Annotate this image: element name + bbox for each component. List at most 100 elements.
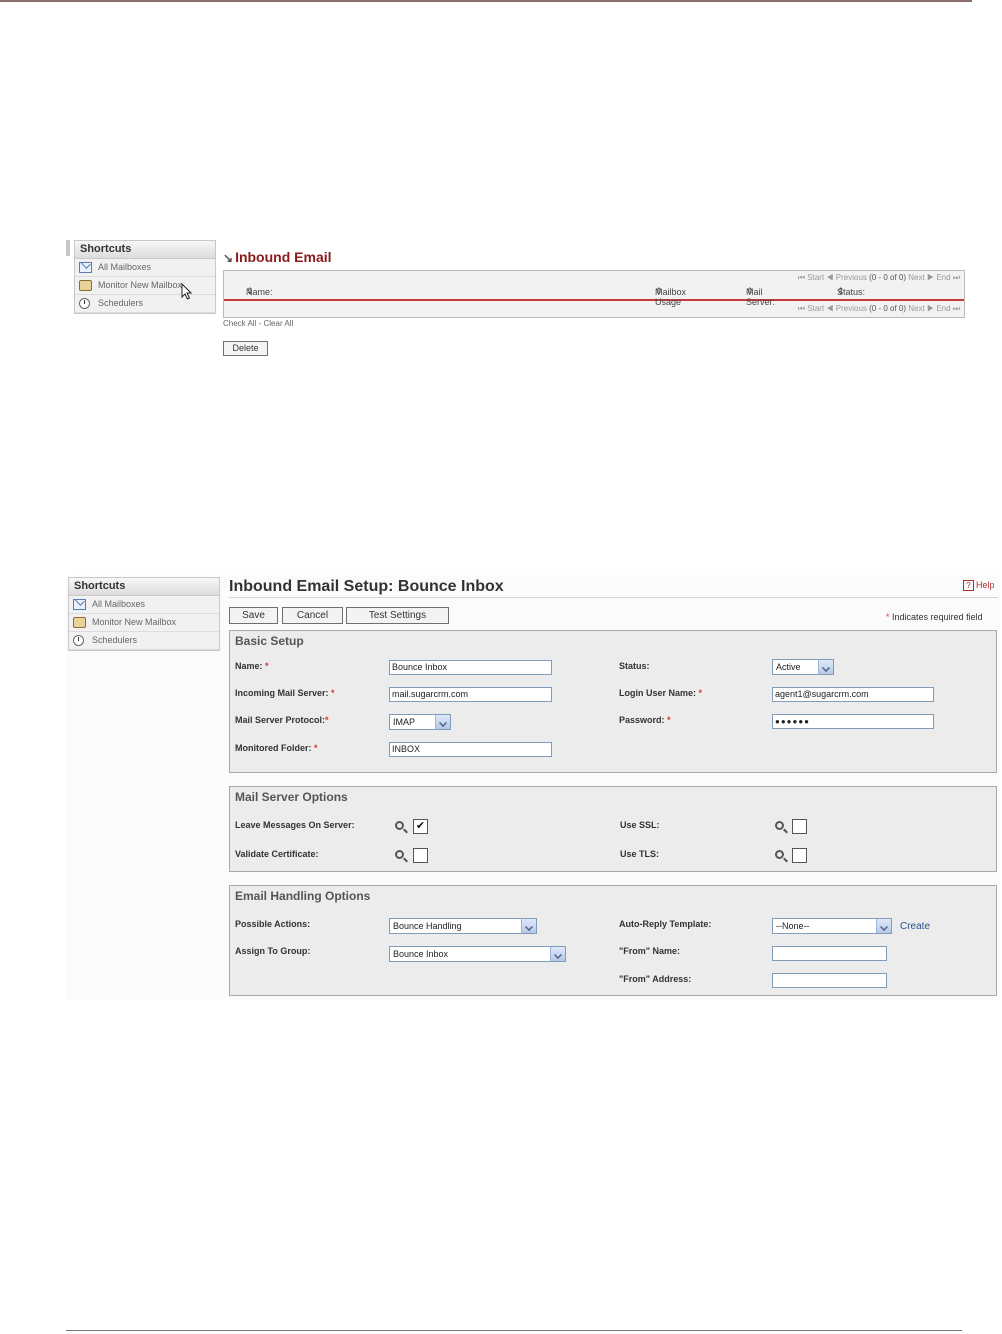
inbound-email-list-screenshot: Shortcuts All Mailboxes Monitor New Mail… [66,238,966,362]
shortcut-label: Monitor New Mailbox [98,280,183,290]
pager-count: (0 - 0 of 0) [869,273,907,282]
pager-start[interactable]: ⏮ Start [798,273,824,282]
assign-to-group-label: Assign To Group: [235,946,311,956]
clock-icon [73,635,84,646]
password-field[interactable]: ●●●●●● [772,714,934,729]
page-bottom-rule [66,1330,962,1331]
create-template-link[interactable]: Create [900,921,930,932]
required-note-text: Indicates required field [892,612,983,622]
use-tls-checkbox[interactable] [792,848,807,863]
magnifier-icon[interactable] [395,850,404,859]
monitored-folder-label: Monitored Folder: * [235,743,318,753]
shortcut-all-mailboxes[interactable]: All Mailboxes [69,596,219,614]
from-address-label: "From" Address: [619,974,692,984]
from-address-field[interactable] [772,973,887,988]
clear-all-link[interactable]: Clear All [264,319,294,328]
shortcut-label: All Mailboxes [92,599,146,609]
title-divider [229,597,998,598]
required-note: * Indicates required field [886,612,983,622]
status-label: Status: [619,661,650,671]
from-name-field[interactable] [772,946,887,961]
cancel-button[interactable]: Cancel [282,607,343,624]
mail-server-options-panel: Mail Server Options Leave Messages On Se… [229,786,997,872]
pager-start[interactable]: ⏮ Start [798,304,824,313]
incoming-mail-server-label: Incoming Mail Server: * [235,688,335,698]
chevron-down-icon [550,947,565,961]
possible-actions-value: Bounce Handling [393,921,462,931]
column-mail-server[interactable]: Mail Server: ⇕ [746,286,775,307]
check-all-row: Check All - Clear All [223,319,293,328]
monitored-folder-field[interactable]: INBOX [389,742,552,757]
leave-messages-label: Leave Messages On Server: [235,820,355,830]
name-field[interactable]: Bounce Inbox [389,660,552,675]
mail-server-protocol-select[interactable]: IMAP [389,714,451,730]
protocol-value: IMAP [393,717,416,727]
shortcut-schedulers[interactable]: Schedulers [69,632,219,650]
mail-icon [79,262,92,273]
help-link[interactable]: ? Help [963,580,995,591]
basic-setup-panel: Basic Setup Name: * Bounce Inbox Incomin… [229,630,997,773]
assign-to-group-select[interactable]: Bounce Inbox [389,946,566,962]
auto-reply-template-select[interactable]: --None-- [772,918,892,934]
check-separator: - [258,319,262,328]
mail-server-options-title: Mail Server Options [235,790,348,804]
shortcuts-title: Shortcuts [69,578,219,596]
chevron-down-icon [521,919,536,933]
email-handling-options-panel: Email Handling Options Possible Actions:… [229,885,997,996]
login-user-name-field[interactable]: agent1@sugarcrm.com [772,687,934,702]
pager-end[interactable]: End ⏭ [936,273,960,282]
pager-next[interactable]: Next ▶ [908,304,934,313]
incoming-mail-server-field[interactable]: mail.sugarcrm.com [389,687,552,702]
auto-reply-template-label: Auto-Reply Template: [619,919,712,929]
possible-actions-select[interactable]: Bounce Handling [389,918,537,934]
use-tls-label: Use TLS: [620,849,660,859]
help-icon: ? [963,580,974,591]
scroll-edge [66,240,70,256]
pager-next[interactable]: Next ▶ [908,273,934,282]
chevron-down-icon [818,660,833,674]
shortcut-all-mailboxes[interactable]: All Mailboxes [75,259,215,277]
arrow-icon: ↘ [223,251,234,265]
use-ssl-label: Use SSL: [620,820,660,830]
delete-button[interactable]: Delete [223,341,268,356]
test-settings-button[interactable]: Test Settings [346,607,449,624]
validate-certificate-checkbox[interactable] [413,848,428,863]
shortcut-monitor-new-mailbox[interactable]: Monitor New Mailbox [75,277,215,300]
column-name[interactable]: Name: ⇕ [246,286,273,297]
column-status[interactable]: Status: ⇕ [837,286,865,297]
page-title-text: Inbound Email [235,249,332,265]
pager-end[interactable]: End ⏭ [936,304,960,313]
basic-setup-title: Basic Setup [235,634,304,648]
shortcut-label: All Mailboxes [98,262,152,272]
magnifier-icon[interactable] [775,850,784,859]
shortcut-schedulers[interactable]: Schedulers [75,295,215,313]
from-name-label: "From" Name: [619,946,681,956]
magnifier-icon[interactable] [775,821,784,830]
possible-actions-label: Possible Actions: [235,919,311,929]
list-table: ⏮ Start ◀ Previous (0 - 0 of 0) Next ▶ E… [223,270,965,318]
help-label: Help [976,580,995,590]
shortcuts-panel: Shortcuts All Mailboxes Monitor New Mail… [68,577,220,651]
use-ssl-checkbox[interactable] [792,819,807,834]
status-value: Active [776,662,801,672]
monitor-mailbox-icon [79,280,92,291]
shortcut-monitor-new-mailbox[interactable]: Monitor New Mailbox [69,614,219,632]
status-select[interactable]: Active [772,659,834,675]
password-label: Password: * [619,715,671,725]
pager-previous[interactable]: ◀ Previous [826,273,866,282]
setup-title: Inbound Email Setup: Bounce Inbox [229,578,504,595]
save-button[interactable]: Save [229,607,278,624]
auto-reply-template-value: --None-- [776,921,810,931]
column-mailbox-usage[interactable]: Mailbox Usage ⇕ [655,286,686,307]
table-header: Name: ⇕ Mailbox Usage ⇕ Mail Server: ⇕ S… [224,285,964,307]
leave-messages-checkbox[interactable]: ✔ [413,819,428,834]
pager-previous[interactable]: ◀ Previous [826,304,866,313]
shortcut-label: Monitor New Mailbox [92,617,177,627]
check-all-link[interactable]: Check All [223,319,256,328]
magnifier-icon[interactable] [395,821,404,830]
name-label: Name: * [235,661,269,671]
shortcuts-title: Shortcuts [75,241,215,259]
shortcut-label: Schedulers [98,298,144,308]
chevron-down-icon [435,715,450,729]
assign-to-group-value: Bounce Inbox [393,949,449,959]
